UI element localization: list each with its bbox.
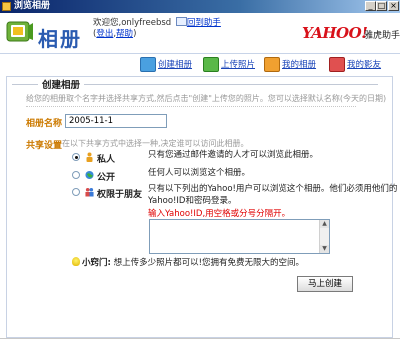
maximize-button[interactable]: □ [376,1,387,11]
welcome-prefix: 欢迎您, [93,18,122,28]
bottom-border [0,338,400,339]
username: onlyfreebsd [121,18,172,28]
textarea-scrollbar[interactable]: ▲ ▼ [319,220,329,253]
public-radio[interactable] [72,171,80,179]
window-icon [2,2,11,11]
logout-link[interactable]: 登出 [96,29,113,39]
album-name-label: 相册名称 [26,119,63,129]
upload-photo-link[interactable]: 上传照片 [221,58,255,70]
friends-icon [85,187,94,197]
create-album-link[interactable]: 创建相册 [158,58,192,70]
app-header: 相册 欢迎您,onlyfreebsd 回到助手 (登出,帮助) YAHOO! 雅… [0,13,400,54]
my-album-icon [264,57,280,72]
public-label: 公开 [97,173,116,183]
private-label: 私人 [97,155,116,165]
upload-photo-icon [203,57,219,72]
paren-close: ) [133,29,137,39]
yahoo-logo: YAHOO! [302,24,368,42]
my-album-link[interactable]: 我的相册 [282,58,316,70]
back-to-assistant-link[interactable]: 回到助手 [187,18,221,28]
title-bar: 浏览相册 _ □ × [0,0,400,13]
public-desc: 任何人可以浏览这个相册。 [148,168,251,178]
share-settings-label: 共享设置 [26,141,63,151]
friends-id-textarea[interactable]: ▲ ▼ [149,219,330,254]
window-title: 浏览相册 [14,1,51,11]
album-name-input[interactable]: 2005-11-1 [65,114,167,128]
yahoo-assistant-label: 雅虎助手 [364,31,400,41]
mail-icon [175,17,187,26]
help-link[interactable]: 帮助 [116,29,133,39]
minimize-button[interactable]: _ [365,1,376,11]
tip: 小窍门: 想上传多少照片都可以!您拥有免费无限大的空间。 [72,256,304,268]
create-album-icon [140,57,156,72]
tip-text: 想上传多少照片都可以!您拥有免费无限大的空间。 [113,258,305,268]
friends-radio[interactable] [72,188,80,196]
globe-icon [85,170,94,180]
create-now-button[interactable]: 马上创建 [297,276,353,292]
tip-label: 小窍门: [82,258,111,268]
scroll-up-icon[interactable]: ▲ [320,220,329,228]
share-hint: 在以下共享方式中选择一种,决定谁可以访问此相册。 [62,139,249,148]
private-radio[interactable] [72,153,80,161]
my-friends-icon [329,57,345,72]
my-friends-link[interactable]: 我的影友 [347,58,381,70]
scroll-down-icon[interactable]: ▼ [320,245,329,253]
friends-desc-1: 只有以下列出的Yahoo!用户可以浏览这个相册。他们必须用他们的 [148,184,398,194]
welcome-text: 欢迎您,onlyfreebsd 回到助手 (登出,帮助) [93,17,221,40]
private-desc: 只有您通过邮件邀请的人才可以浏览此相册。 [148,150,319,160]
close-button[interactable]: × [388,1,399,11]
friends-label: 权限于朋友 [97,190,143,200]
divider [26,106,356,107]
friends-warning: 输入Yahoo!ID,用空格或分号分隔开。 [148,209,291,219]
album-logo-icon [6,21,33,42]
lightbulb-icon [72,257,80,266]
person-icon [86,152,93,162]
create-album-legend: 创建相册 [38,77,85,91]
app-brand: 相册 [38,27,82,51]
form-description: 给您的相册取个名字并选择共享方式,然后点击"创建"上传您的照片。您可以选择默认名… [26,94,387,103]
friends-desc-2: Yahoo!ID和密码登录。 [148,196,237,206]
toolbar: 创建相册 上传照片 我的相册 我的影友 [0,54,400,74]
